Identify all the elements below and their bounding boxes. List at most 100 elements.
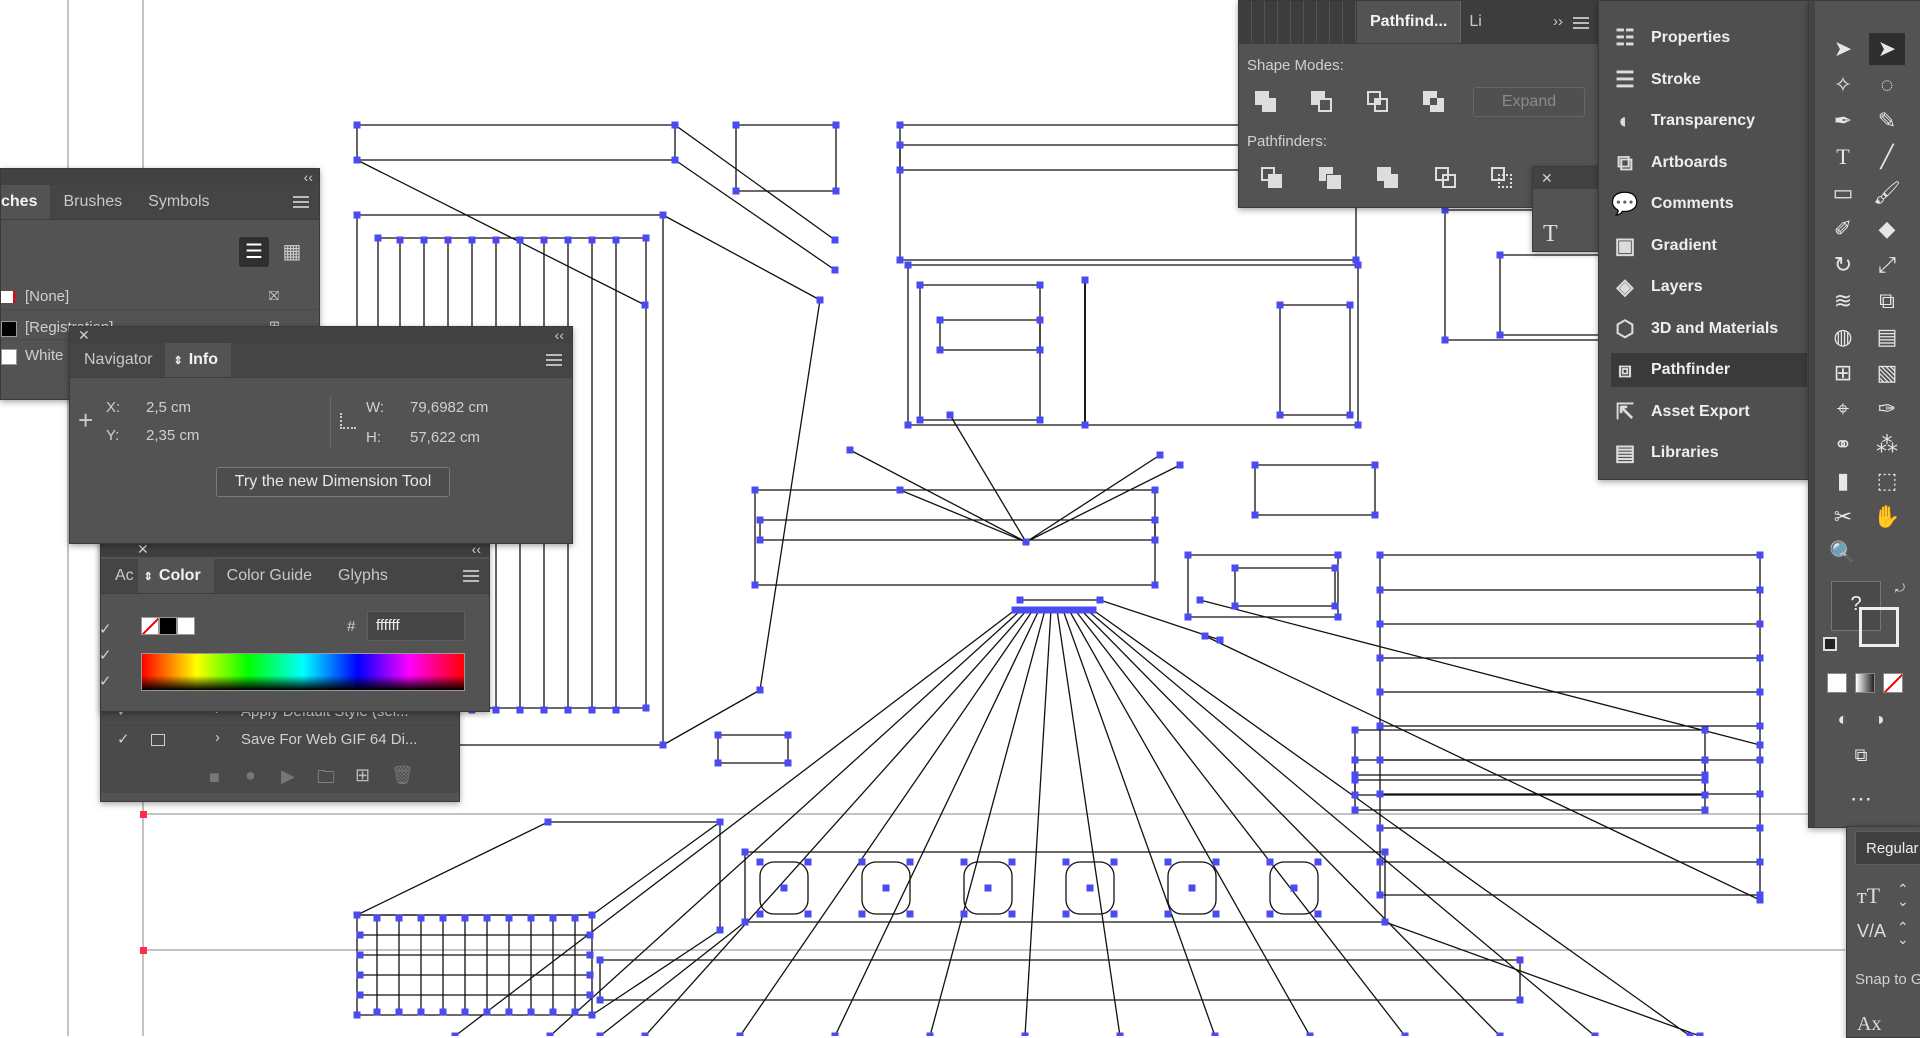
panel-menu-icon[interactable] — [463, 570, 479, 582]
graph-tool-icon[interactable]: ▮ — [1825, 465, 1861, 497]
draw-behind-icon[interactable]: ◑ — [1861, 703, 1897, 735]
stepper-icon[interactable]: ⌃ ⌄ — [1897, 882, 1909, 908]
slice-tool-icon[interactable]: ✂ — [1825, 501, 1861, 533]
font-style-field[interactable]: Regular — [1855, 831, 1920, 865]
outline-button[interactable] — [1491, 167, 1517, 193]
dock-item-asset-export[interactable]: ⇱ Asset Export — [1611, 395, 1807, 429]
lasso-icon[interactable]: ◌ — [1869, 69, 1905, 101]
perspective-grid-icon[interactable]: ▤ — [1869, 321, 1905, 353]
tab-navigator[interactable]: Navigator — [70, 343, 165, 377]
free-transform-icon[interactable]: ⧉ — [1869, 285, 1905, 317]
artboard-tool-icon[interactable]: ⬚ — [1869, 465, 1905, 497]
dock-item-transparency[interactable]: ◐ Transparency — [1611, 104, 1807, 138]
panel-menu-icon[interactable] — [293, 196, 309, 208]
dock-item-layers[interactable]: ◈ Layers — [1611, 270, 1807, 304]
chevron-right-icon[interactable]: › — [215, 729, 220, 746]
panel-menu-icon[interactable] — [546, 354, 562, 366]
tab-info[interactable]: ⇕ Info — [165, 343, 232, 377]
folder-icon[interactable]: 🗀 — [317, 765, 335, 795]
new-action-icon[interactable]: ⊞ — [355, 765, 370, 786]
record-icon[interactable]: ● — [245, 765, 256, 786]
stroke-swatch[interactable] — [1859, 607, 1899, 647]
tab-brushes[interactable]: Brushes — [50, 185, 135, 219]
trim-button[interactable] — [1319, 167, 1345, 193]
more-tools-icon[interactable]: ⋯ — [1843, 783, 1879, 815]
grip-handle[interactable] — [1239, 1, 1357, 43]
gradient-mode-icon[interactable] — [1855, 673, 1875, 693]
scale-tool-icon[interactable]: ⤢ — [1869, 249, 1905, 281]
unite-button[interactable] — [1253, 89, 1281, 117]
line-tool-icon[interactable]: ╱ — [1869, 141, 1905, 173]
tab-color[interactable]: ⇕ Color — [137, 559, 214, 593]
magic-wand-icon[interactable]: ✧ — [1825, 69, 1861, 101]
tab-symbols[interactable]: Symbols — [135, 185, 222, 219]
eraser-icon[interactable]: ◆ — [1869, 213, 1905, 245]
dock-item-gradient[interactable]: ▣ Gradient — [1611, 229, 1807, 263]
panel-menu-icon[interactable] — [1573, 17, 1589, 29]
type-icon[interactable]: T — [1543, 221, 1558, 248]
black-color-icon[interactable] — [159, 617, 177, 635]
default-colors-icon[interactable] — [1823, 637, 1837, 651]
list-item[interactable]: ✓ › Save For Web GIF 64 Di... — [101, 727, 459, 753]
shape-builder-icon[interactable]: ◍ — [1825, 321, 1861, 353]
stop-icon[interactable]: ■ — [209, 767, 220, 788]
mesh-tool-icon[interactable]: ⊞ — [1825, 357, 1861, 389]
character-styles-icon[interactable]: Ax — [1857, 1013, 1881, 1036]
pen-tool-icon[interactable]: ✒ — [1825, 105, 1861, 137]
dock-item-pathfinder[interactable]: ⧈ Pathfinder — [1611, 353, 1807, 387]
paintbrush-icon[interactable]: 🖌 — [1869, 177, 1905, 209]
check-icon[interactable]: ✓ — [99, 643, 123, 669]
play-icon[interactable]: ▶ — [281, 766, 295, 787]
dialog-toggle-icon[interactable] — [151, 734, 165, 746]
dock-item-artboards[interactable]: ⧉ Artboards — [1611, 146, 1807, 180]
close-icon[interactable]: ✕ — [78, 327, 90, 343]
divide-button[interactable] — [1261, 167, 1287, 193]
swap-colors-icon[interactable]: ⤾ — [1895, 581, 1905, 596]
selection-tool-icon[interactable]: ➤ — [1825, 33, 1861, 65]
warp-tool-icon[interactable]: ≋ — [1825, 285, 1861, 317]
swatch-row[interactable]: [None] ⛝ — [1, 287, 319, 310]
direct-selection-tool-icon[interactable]: ➤ — [1869, 33, 1905, 65]
dock-item-stroke[interactable]: ☰ Stroke — [1611, 63, 1807, 97]
tab-color-guide[interactable]: Color Guide — [214, 559, 325, 593]
dock-item-3d-and-materials[interactable]: ⬡ 3D and Materials — [1611, 312, 1807, 346]
intersect-button[interactable] — [1365, 89, 1393, 117]
gradient-tool-icon[interactable]: ▧ — [1869, 357, 1905, 389]
expand-button[interactable]: Expand — [1473, 87, 1585, 117]
screen-mode-icon[interactable]: ⧉ — [1843, 739, 1879, 771]
stepper-icon[interactable]: ⌃ ⌄ — [1897, 920, 1909, 946]
trash-icon[interactable]: 🗑 — [391, 765, 414, 786]
tools-grip[interactable] — [1809, 1, 1815, 827]
hand-tool-icon[interactable]: ✋ — [1869, 501, 1905, 533]
minus-front-button[interactable] — [1309, 89, 1337, 117]
grid-view-icon[interactable]: ▦ — [277, 237, 307, 267]
exclude-button[interactable] — [1421, 89, 1449, 117]
type-tool-icon[interactable]: T — [1825, 141, 1861, 173]
dock-item-comments[interactable]: 💬 Comments — [1611, 187, 1807, 221]
shaper-tool-icon[interactable]: ✐ — [1825, 213, 1861, 245]
collapse-icon[interactable]: ‹‹ — [304, 169, 313, 185]
color-mode-icon[interactable] — [1827, 673, 1847, 693]
rectangle-tool-icon[interactable]: ▭ — [1825, 177, 1861, 209]
zoom-tool-icon[interactable]: 🔍 — [1825, 537, 1861, 569]
rotate-tool-icon[interactable]: ↻ — [1825, 249, 1861, 281]
check-icon[interactable]: ✓ — [117, 730, 130, 748]
crop-button[interactable] — [1435, 167, 1461, 193]
check-icon[interactable]: ✓ — [99, 617, 123, 643]
collapse-icon[interactable]: ›› — [1553, 13, 1563, 30]
curvature-tool-icon[interactable]: ✎ — [1869, 105, 1905, 137]
list-view-icon[interactable]: ☰ — [239, 237, 269, 267]
blend-tool-icon[interactable]: ⚭ — [1825, 429, 1861, 461]
tab-links[interactable]: Li — [1460, 1, 1489, 43]
dimension-tool-button[interactable]: Try the new Dimension Tool — [216, 467, 450, 497]
tab-swatches[interactable]: ches — [1, 185, 51, 219]
tab-pathfinder[interactable]: Pathfind... — [1357, 1, 1461, 43]
eyedropper-icon[interactable]: ⌖ — [1825, 393, 1861, 425]
tab-actions[interactable]: Ac — [101, 559, 138, 593]
symbol-sprayer-icon[interactable]: ⁂ — [1869, 429, 1905, 461]
none-mode-icon[interactable] — [1883, 673, 1903, 693]
check-icon[interactable]: ✓ — [99, 669, 123, 695]
close-icon[interactable]: ✕ — [1541, 170, 1553, 186]
dock-item-libraries[interactable]: ▤ Libraries — [1611, 436, 1807, 470]
color-spectrum[interactable] — [141, 653, 465, 691]
